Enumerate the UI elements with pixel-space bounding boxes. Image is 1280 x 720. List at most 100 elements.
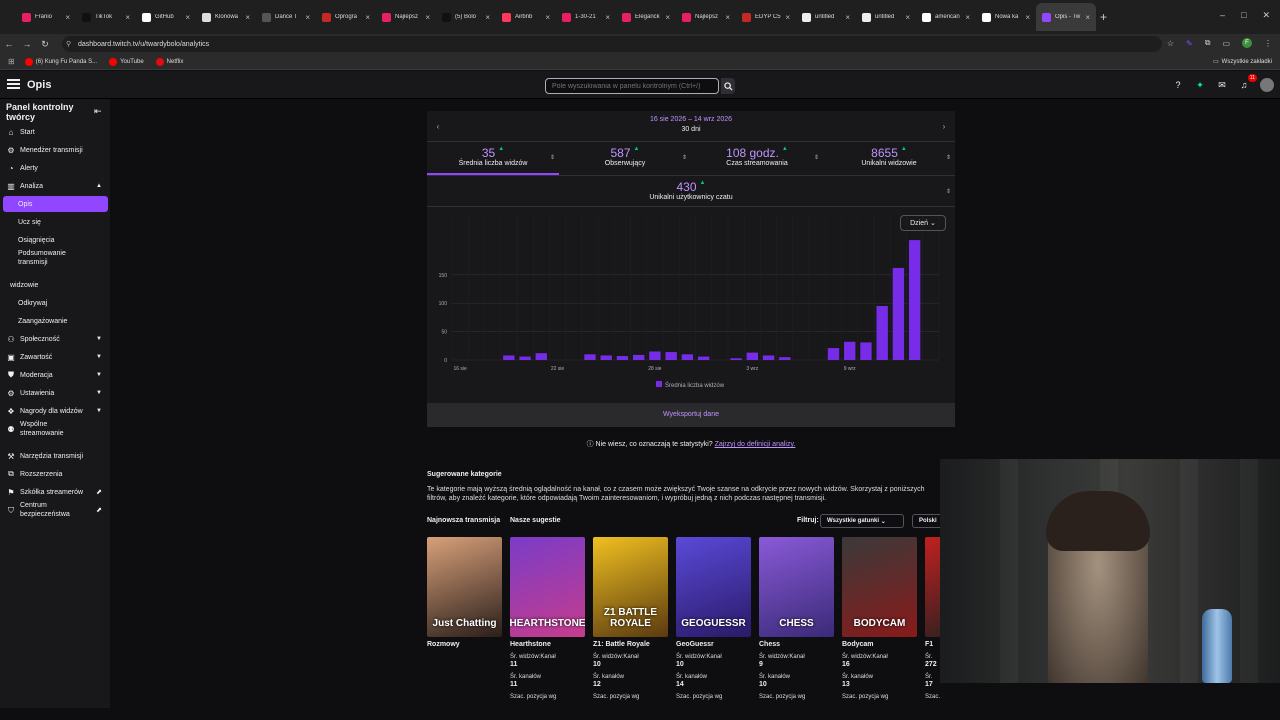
sidebar-item[interactable]: ⚙ Menedżer transmisji [0, 142, 110, 158]
sidebar-item[interactable]: ▥ Analiza ▲ [0, 178, 110, 194]
sidebar-panel-icon[interactable]: ▭ [1222, 39, 1230, 48]
browser-tab[interactable]: Nowa ka × [976, 3, 1036, 31]
sidebar-item[interactable]: Podsumowanie transmisji [0, 247, 110, 269]
browser-tab[interactable]: untitled × [856, 3, 916, 31]
bookmark-item[interactable]: (6) Kung Fu Panda S... [24, 57, 97, 66]
reload-icon[interactable]: ↻ [36, 39, 54, 50]
notifications-icon[interactable]: ♫ 11 [1238, 74, 1257, 91]
search-button[interactable] [721, 78, 735, 94]
category-name[interactable]: F1 [925, 641, 940, 648]
sort-icon[interactable]: ⇕ [946, 188, 951, 195]
category-name[interactable]: GeoGuessr [676, 641, 752, 648]
sidebar-item[interactable]: ◔ Alerty [0, 160, 110, 176]
close-tab-icon[interactable]: × [245, 13, 250, 22]
sidebar-item[interactable]: ⚒ Narzędzia transmisji [0, 448, 110, 464]
browser-tab[interactable]: Opis - Tw × [1036, 3, 1096, 31]
browser-tab[interactable]: Dance T × [256, 3, 316, 31]
sidebar-item[interactable]: ⚉ Wspólne streamowanie [0, 418, 110, 440]
definitions-link[interactable]: Zajrzyj do definicji analizy. [715, 441, 796, 448]
url-field[interactable]: ⚲ dashboard.twitch.tv/u/twardybolo/analy… [62, 36, 1162, 52]
stat-chatters[interactable]: 430 ▲ Unikalni użytkownicy czatu ⇕ [427, 176, 955, 207]
close-tab-icon[interactable]: × [305, 13, 310, 22]
extension-icon[interactable]: ✎ [1186, 39, 1193, 48]
stat-card[interactable]: 587 ▲ Obserwujący ⇕ [559, 142, 691, 175]
browser-tab[interactable]: untitled × [796, 3, 856, 31]
back-icon[interactable]: ← [0, 39, 18, 49]
sidebar-item[interactable]: Zaangażowanie [0, 313, 110, 329]
profile-avatar[interactable]: F [1242, 38, 1252, 48]
menu-icon[interactable] [7, 78, 20, 90]
browser-tab[interactable]: 1-30-21 × [556, 3, 616, 31]
close-tab-icon[interactable]: × [965, 13, 970, 22]
sidebar-item[interactable]: Opis [3, 196, 108, 212]
category-box-art[interactable] [925, 537, 940, 637]
sidebar-item[interactable]: ⛉ Centrum bezpieczeństwa ⬈ [0, 499, 110, 521]
category-card[interactable]: GEOGUESSR GeoGuessr Śr. widzów:Kanał 10 Śr. … [676, 537, 752, 700]
sidebar-item[interactable]: ⌂ Start [0, 124, 110, 140]
sidebar-item[interactable]: ⧉ Rozszerzenia [0, 466, 110, 482]
browser-tab[interactable]: Najlepsz × [676, 3, 736, 31]
browser-tab[interactable]: Klonowa × [196, 3, 256, 31]
genre-filter-select[interactable]: Wszystkie gatunki ⌄ [820, 514, 904, 528]
bookmark-star-icon[interactable]: ☆ [1167, 39, 1174, 48]
inbox-icon[interactable]: ✉ [1216, 79, 1228, 91]
apps-grid-icon[interactable]: ⊞ [8, 57, 15, 66]
category-name[interactable]: Rozmowy [427, 641, 503, 648]
category-box-art[interactable]: Just Chatting [427, 537, 502, 637]
close-tab-icon[interactable]: × [1085, 13, 1090, 22]
category-card[interactable]: Just Chatting Rozmowy [427, 537, 503, 648]
help-icon[interactable]: ? [1172, 79, 1184, 91]
browser-tab[interactable]: EDYP C5 × [736, 3, 796, 31]
sidebar-item[interactable]: Ucz się [0, 214, 110, 230]
date-range[interactable]: 16 sie 2026 – 14 wrz 2026 [427, 116, 955, 123]
close-tab-icon[interactable]: × [785, 13, 790, 22]
close-tab-icon[interactable]: × [725, 13, 730, 22]
extensions-puzzle-icon[interactable]: ⧉ [1205, 38, 1211, 48]
sidebar-item[interactable]: ▣ Zawartość ▼ [0, 349, 110, 365]
stat-card[interactable]: 8655 ▲ Unikalni widzowie ⇕ [823, 142, 955, 175]
all-bookmarks[interactable]: ▭ Wszystkie zakładki [1213, 58, 1272, 66]
category-card[interactable]: BODYCAM Bodycam Śr. widzów:Kanał 16 Śr. kana… [842, 537, 918, 700]
stat-card[interactable]: 35 ▲ Średnia liczba widzów ⇕ [427, 142, 559, 175]
sidebar-item[interactable]: ⚑ Szkółka streamerów ⬈ [0, 484, 110, 500]
minimize-icon[interactable]: – [1220, 10, 1225, 21]
category-name[interactable]: Hearthstone [510, 641, 586, 648]
category-box-art[interactable]: CHESS [759, 537, 834, 637]
site-info-icon[interactable]: ⚲ [66, 40, 71, 48]
close-tab-icon[interactable]: × [365, 13, 370, 22]
language-filter-select[interactable]: Polski [912, 514, 942, 528]
category-box-art[interactable]: GEOGUESSR [676, 537, 751, 637]
sidebar-item[interactable]: ⛊ Moderacja ▼ [0, 367, 110, 383]
browser-tab[interactable]: Eleganck × [616, 3, 676, 31]
category-card[interactable]: HEARTHSTONE Hearthstone Śr. widzów:Kanał 11… [510, 537, 586, 700]
bookmark-item[interactable]: Netflix [155, 57, 183, 66]
browser-tab[interactable]: (5) Bolo × [436, 3, 496, 31]
tab-latest-stream[interactable]: Najnowsza transmisja [427, 517, 500, 524]
close-tab-icon[interactable]: × [845, 13, 850, 22]
export-data-button[interactable]: Wyeksportuj dane [427, 403, 955, 427]
sidebar-item[interactable]: widzowie [0, 277, 110, 293]
category-name[interactable]: Bodycam [842, 641, 918, 648]
sidebar-item[interactable]: ❖ Nagrody dla widzów ▼ [0, 403, 110, 419]
close-tab-icon[interactable]: × [65, 13, 70, 22]
category-name[interactable]: Chess [759, 641, 835, 648]
close-tab-icon[interactable]: × [425, 13, 430, 22]
sort-icon[interactable]: ⇕ [550, 154, 555, 161]
browser-tab[interactable]: GitHub × [136, 3, 196, 31]
category-box-art[interactable]: HEARTHSTONE [510, 537, 585, 637]
sort-icon[interactable]: ⇕ [946, 154, 951, 161]
browser-tab[interactable]: Airbnb × [496, 3, 556, 31]
category-card[interactable]: CHESS Chess Śr. widzów:Kanał 9 Śr. kanałów 10… [759, 537, 835, 700]
sort-icon[interactable]: ⇕ [682, 154, 687, 161]
tab-our-suggestions[interactable]: Nasze sugestie [510, 517, 561, 524]
category-card[interactable]: F1 Śr. 272 Śr. 17 Szac. [925, 537, 940, 700]
sidebar-item[interactable]: ⚇ Społeczność ▼ [0, 331, 110, 347]
close-tab-icon[interactable]: × [665, 13, 670, 22]
browser-tab[interactable]: Najlepsz × [376, 3, 436, 31]
close-tab-icon[interactable]: × [185, 13, 190, 22]
close-tab-icon[interactable]: × [485, 13, 490, 22]
forward-icon[interactable]: → [18, 39, 36, 49]
close-tab-icon[interactable]: × [605, 13, 610, 22]
sort-icon[interactable]: ⇕ [814, 154, 819, 161]
bookmark-item[interactable]: YouTube [109, 57, 144, 66]
